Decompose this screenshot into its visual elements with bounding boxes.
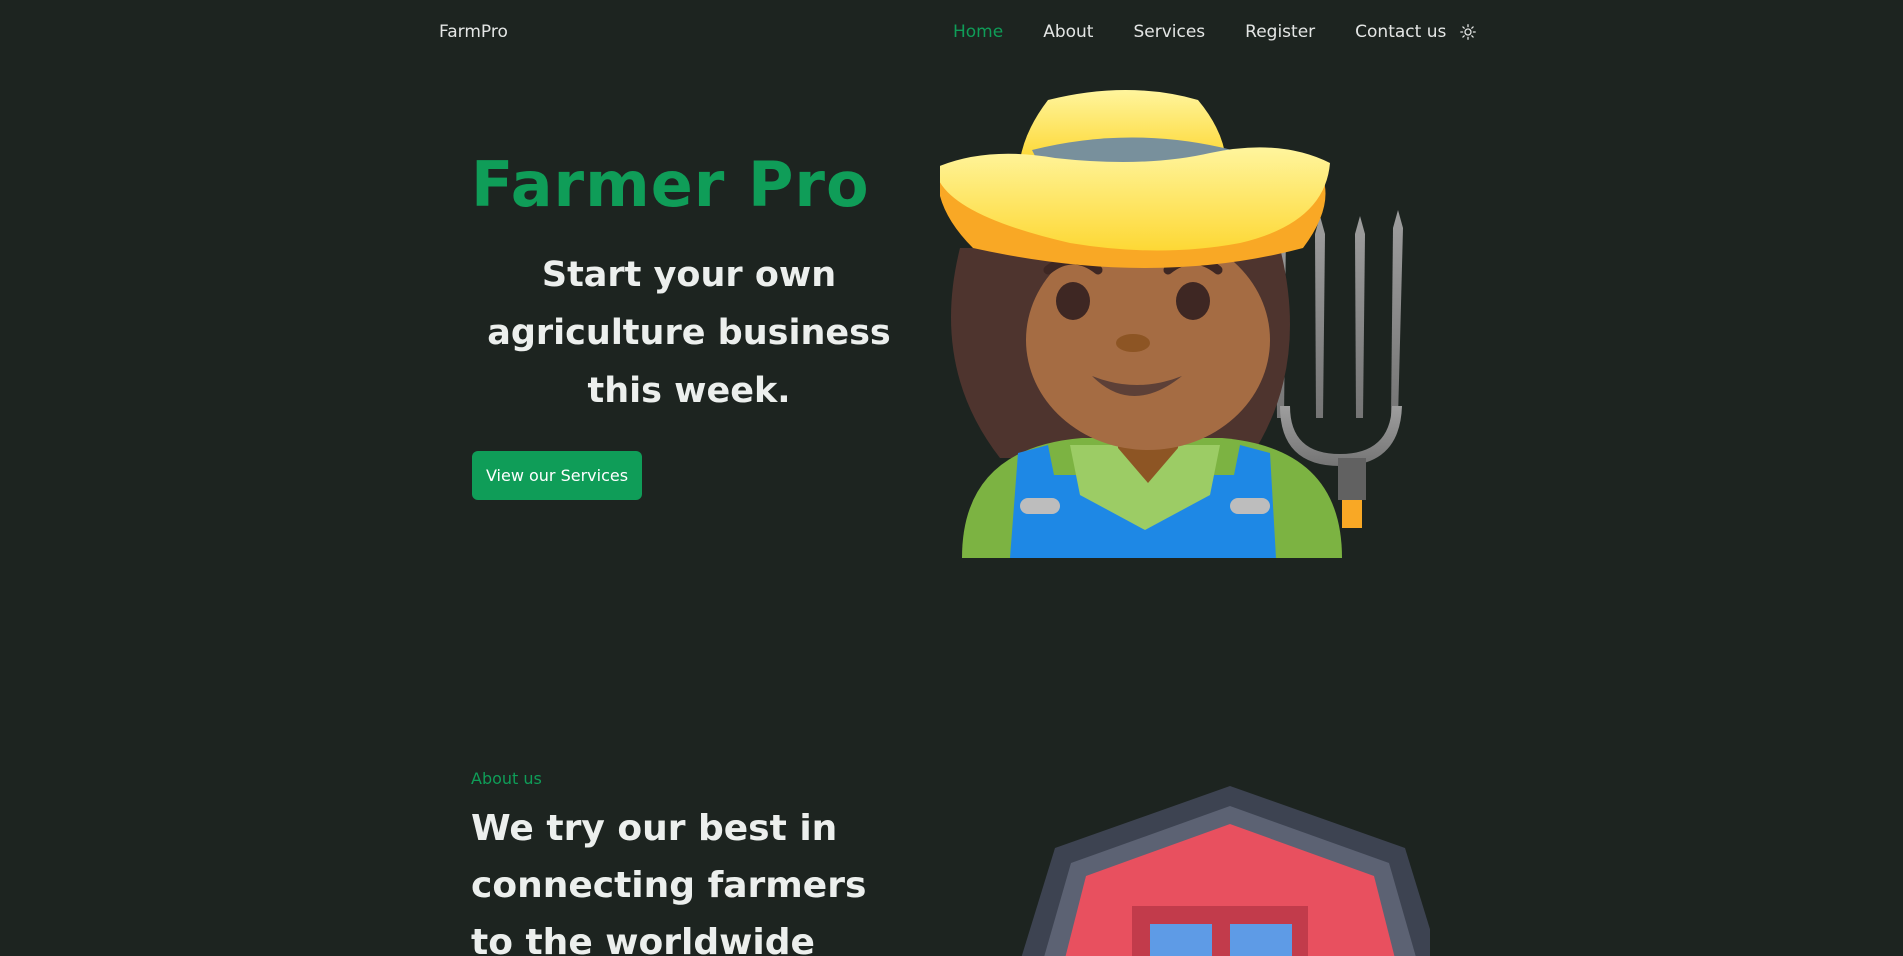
nav-link-register[interactable]: Register — [1245, 22, 1315, 42]
view-services-button[interactable]: View our Services — [472, 451, 642, 500]
nav-link-contact[interactable]: Contact us — [1355, 22, 1446, 42]
barn-icon — [1021, 786, 1430, 956]
page: FarmPro Home About Services Register Con… — [0, 0, 1903, 956]
about-eyebrow: About us — [471, 769, 542, 788]
nav-link-services[interactable]: Services — [1133, 22, 1205, 42]
hero-subtitle: Start your own agriculture business this… — [487, 255, 891, 411]
nav-link-home[interactable]: Home — [953, 22, 1003, 42]
about-title: We try our best in connecting farmers to… — [471, 808, 867, 956]
sun-icon[interactable] — [1460, 24, 1477, 40]
nav-link-about[interactable]: About — [1043, 22, 1093, 42]
hero-title: Farmer Pro — [471, 148, 870, 221]
site-logo[interactable]: FarmPro — [439, 22, 508, 42]
farmer-icon — [940, 90, 1403, 558]
main-nav: Home About Services Register Contact us — [953, 22, 1477, 42]
site-header: FarmPro Home About Services Register Con… — [0, 0, 1903, 66]
